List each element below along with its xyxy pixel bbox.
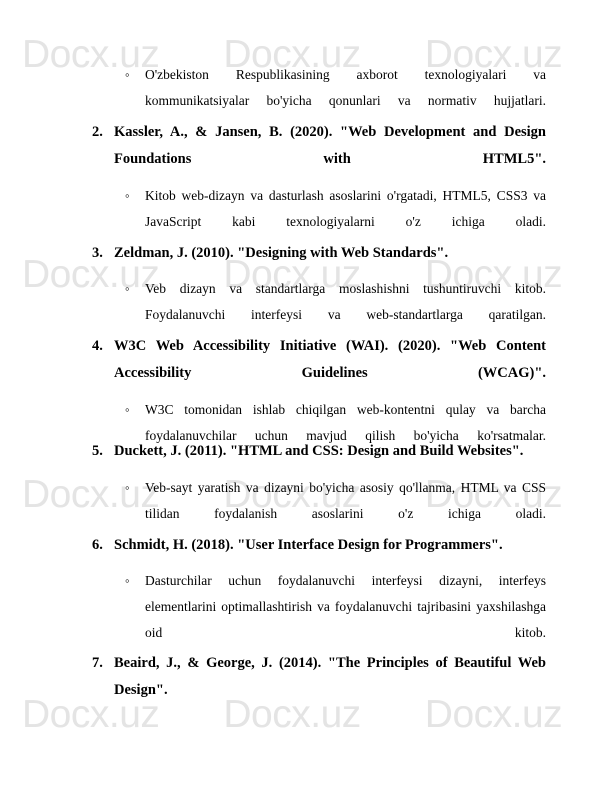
reference-title: W3C Web Accessibility Initiative (WAI). … — [114, 338, 546, 381]
document-page: Docx.uz Docx.uz Docx.uz Docx.uz Docx.uz … — [0, 0, 612, 792]
reference-number: 2. — [92, 124, 103, 140]
reference-entry: 4. W3C Web Accessibility Initiative (WAI… — [92, 333, 546, 387]
reference-description: Dasturchilar uchun foydalanuvchi interfe… — [145, 573, 546, 640]
reference-entry: 2. Kassler, A., & Jansen, B. (2020). "We… — [92, 119, 546, 173]
list-item: ◦ Kitob web-dizayn va dasturlash asoslar… — [125, 183, 546, 235]
list-item: ◦ O'zbekiston Respublikasining axborot t… — [125, 62, 546, 114]
list-item: ◦ Veb-sayt yaratish va dizayni bo'yicha … — [125, 475, 546, 527]
list-item: ◦ Dasturchilar uchun foydalanuvchi inter… — [125, 568, 546, 646]
reference-title: Beaird, J., & George, J. (2014). "The Pr… — [114, 655, 546, 698]
bullet-icon: ◦ — [125, 402, 130, 417]
reference-title: Duckett, J. (2011). "HTML and CSS: Desig… — [114, 443, 524, 459]
reference-description: Veb-sayt yaratish va dizayni bo'yicha as… — [145, 480, 546, 521]
reference-title: Kassler, A., & Jansen, B. (2020). "Web D… — [114, 124, 546, 167]
bullet-icon: ◦ — [125, 188, 130, 203]
document-content: ◦ O'zbekiston Respublikasining axborot t… — [0, 0, 612, 792]
reference-number: 7. — [92, 655, 103, 671]
reference-entry: 3. Zeldman, J. (2010). "Designing with W… — [92, 240, 546, 267]
bullet-icon: ◦ — [125, 67, 130, 82]
reference-entry: 5. Duckett, J. (2011). "HTML and CSS: De… — [92, 438, 546, 465]
reference-title: Schmidt, H. (2018). "User Interface Desi… — [114, 537, 503, 553]
reference-number: 4. — [92, 338, 103, 354]
reference-description: Kitob web-dizayn va dasturlash asoslarin… — [145, 188, 546, 229]
bullet-icon: ◦ — [125, 281, 130, 296]
reference-entry: 7. Beaird, J., & George, J. (2014). "The… — [92, 650, 546, 704]
reference-number: 6. — [92, 537, 103, 553]
reference-description: Veb dizayn va standartlarga moslashishni… — [145, 281, 546, 322]
list-item: ◦ Veb dizayn va standartlarga moslashish… — [125, 276, 546, 328]
reference-number: 5. — [92, 443, 103, 459]
bullet-icon: ◦ — [125, 480, 130, 495]
reference-number: 3. — [92, 245, 103, 261]
reference-entry: 6. Schmidt, H. (2018). "User Interface D… — [92, 532, 546, 559]
reference-description: O'zbekiston Respublikasining axborot tex… — [145, 67, 546, 108]
reference-title: Zeldman, J. (2010). "Designing with Web … — [114, 245, 449, 261]
bullet-icon: ◦ — [125, 573, 130, 588]
